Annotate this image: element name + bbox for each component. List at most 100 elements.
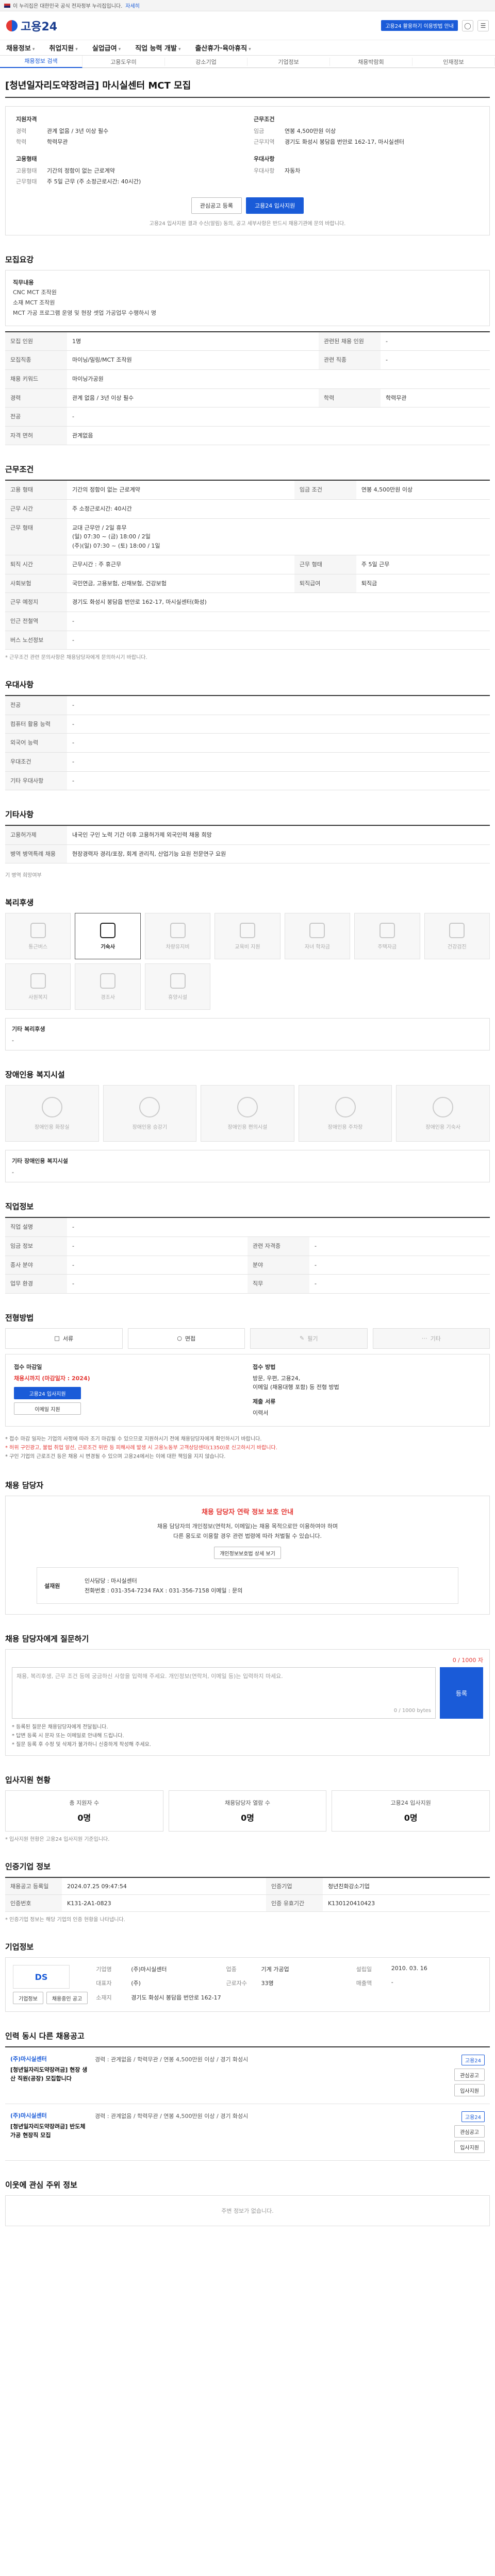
table-row: 인근 전철역 - [5, 612, 490, 631]
section-title-conditions: 근무조건 [5, 465, 34, 474]
table-row: 임금 정보 - 관련 자격증 - [5, 1236, 490, 1256]
bus-icon [30, 922, 46, 938]
main-nav: 채용정보 ▾ 취업지원 ▾ 실업급여 ▾ 직업 능력 개발 ▾ 출산휴가·육아휴직 ▾ [0, 40, 495, 56]
related-meta: 경력 : 관계없음 / 학력무관 / 연봉 4,500만원 이상 / 경기 화성… [95, 2056, 249, 2063]
table-row: 고용허가제 내국인 구인 노력 기간 이후 고용허가제 외국인력 채용 희망 [5, 825, 490, 845]
logo-text: 고용24 [21, 20, 58, 33]
other-link[interactable]: 기 병역 희망여부 [5, 871, 490, 878]
related-scrap-button[interactable]: 관심공고 [454, 2069, 485, 2081]
book-icon [239, 922, 255, 938]
toilet-icon [41, 1096, 62, 1117]
list-item[interactable]: (주)마시실센터 [청년일자리도약장려금] 현장 생산 직원(공장) 모집합니다… [5, 2047, 490, 2105]
note-line: * 접수 마감 일자는 기업의 사정에 따라 조기 마감될 수 있으므로 지원하… [5, 1436, 262, 1442]
email-apply-button[interactable]: 이메일 지원 [14, 1402, 81, 1415]
section-title-benefits: 복리후생 [5, 898, 34, 908]
conditions-table: 고용 형태 기간의 정함이 없는 근로계약 임금 조건 연봉 4,500만원 이상 근… [5, 480, 490, 650]
table-row: 고용 형태 기간의 정함이 없는 근로계약 임금 조건 연봉 4,500만원 이상 [5, 480, 490, 500]
company-jobs-button[interactable]: 채용중인 공고 [46, 1992, 88, 2005]
docs-label: 제출 서류 [253, 1398, 276, 1405]
house-icon [379, 922, 395, 938]
nav-item[interactable]: 실업급여 ▾ [92, 43, 121, 53]
table-row: 모집 인원 1명 관련된 채용 인원 - [5, 331, 490, 351]
page-title: [청년일자리도약장려금] 마시실센터 MCT 모집 [5, 80, 191, 91]
deadline-value: 채용시까지 (마감일자 : 2024) [14, 1375, 90, 1382]
nav-item[interactable]: 출산휴가·육아휴직 ▾ [195, 43, 251, 53]
header-notice-link[interactable]: 고용24 활용하기 이용방법 안내 [381, 20, 458, 31]
subnav-tab[interactable]: 고용도우미 [82, 57, 165, 66]
summary-value: 자동차 [285, 167, 301, 174]
subnav-tab[interactable]: 강소기업 [165, 57, 248, 66]
disability-grid: 장애인용 화장실 장애인용 승강기 장애인용 편의시설 장애인용 주차장 장애인… [5, 1085, 490, 1142]
conditions-note: * 근무조건 관련 문의사항은 채용담당자에게 문의하시기 바랍니다. [5, 655, 147, 661]
method-label: 접수 방법 [253, 1363, 276, 1370]
subnav-tab[interactable]: 채용박람회 [330, 57, 412, 66]
table-row: 근무 시간 주 소정근로시간: 40시간 [5, 499, 490, 519]
section-title-applicants: 입사지원 현황 [5, 1775, 51, 1785]
table-row: 버스 노선정보 - [5, 631, 490, 650]
job-summary: 지원자격 경력 관계 없음 / 3년 이상 필수 학력 학력무관 고용형태 고용형태… [5, 106, 490, 235]
sub-nav: 채용정보 검색 고용도우미 강소기업 기업정보 채용박람회 인재정보 [0, 55, 495, 68]
disability-etc-value: - [12, 1169, 14, 1176]
elevator-icon [139, 1096, 160, 1117]
other-table: 고용허가제 내국인 구인 노력 기간 이후 고용허가제 외국인력 채용 희망 병역… [5, 825, 490, 864]
summary-heading: 근무조건 [254, 116, 275, 123]
section-title-company: 기업정보 [5, 1942, 34, 1952]
contact-card: 설재원 인사담당 : 마시실센터 전화번호 : 031-354-7234 FAX… [37, 1567, 458, 1604]
qa-note: * 질문 등록 후 수정 및 삭제가 불가하니 신중하게 작성해 주세요. [12, 1742, 151, 1748]
health-icon [449, 922, 465, 938]
qa-counter: 0 / 1000 bytes [393, 1708, 431, 1714]
summary-key: 우대사항 [254, 167, 275, 174]
related-title[interactable]: [청년일자리도약장려금] 반도체 가공 현장직 모집 [10, 2123, 88, 2140]
stat-card: 총 지원자 수 0명 [5, 1790, 163, 1832]
related-meta: 경력 : 관계없음 / 학력무관 / 연봉 4,500만원 이상 / 경기 화성… [95, 2113, 249, 2120]
related-apply-button[interactable]: 입사지원 [454, 2141, 485, 2154]
recruit-table: 모집 인원 1명 관련된 채용 인원 - 모집직종 마이닝/밀링/MCT 조작원 관련 직… [5, 331, 490, 446]
caution-line: 다른 용도로 이용할 경우 관련 법령에 따라 처벌될 수 있습니다. [173, 1533, 322, 1540]
benefits-etc: 기타 복리후생 - [5, 1018, 490, 1051]
list-item[interactable]: (주)마시실센터 [청년일자리도약장려금] 반도체 가공 현장직 모집 경력 :… [5, 2104, 490, 2161]
related-badge: 고용24 [461, 2111, 485, 2123]
subnav-tab[interactable]: 인재정보 [412, 57, 495, 66]
related-scrap-button[interactable]: 관심공고 [454, 2125, 485, 2138]
summary-value: 관계 없음 / 3년 이상 필수 [47, 128, 109, 134]
description-line: CNC MCT 조작원 [13, 289, 57, 296]
nav-item[interactable]: 취업지원 ▾ [49, 43, 77, 53]
section-title-around: 이웃에 관심 주위 정보 [5, 2180, 77, 2190]
qa-submit-button[interactable]: 등록 [440, 1667, 483, 1719]
benefit-card: 통근버스 [5, 913, 71, 960]
qa-note: * 등록된 질문은 채용담당자에게 전달됩니다. [12, 1724, 108, 1731]
table-row: 컴퓨터 활용 능력 - [5, 715, 490, 734]
section-title-job-info: 직업정보 [5, 1202, 34, 1212]
contact-line: 전화번호 : 031-354-7234 FAX : 031-356-7158 이… [85, 1587, 243, 1595]
site-logo[interactable]: 고용24 [6, 18, 57, 34]
table-row: 병역 병역특례 채용 현장경력자 경리/포장, 회계 관리직, 산업기능 요원 전… [5, 844, 490, 864]
related-title[interactable]: [청년일자리도약장려금] 현장 생산 직원(공장) 모집합니다 [10, 2066, 88, 2083]
note-line: * 허위 구인광고, 불법 취업 알선, 근로조건 위반 등 피해사례 발생 시… [5, 1445, 277, 1451]
menu-icon[interactable]: ☰ [477, 20, 489, 31]
summary-value: 주 5일 근무 (주 소정근로시간: 40시간) [47, 178, 141, 185]
applicants-note: * 입사지원 현황은 고용24 입사지원 기준입니다. [5, 1837, 110, 1843]
process-step: ○ 면접 [127, 1328, 245, 1349]
apply-button-2[interactable]: 고용24 입사지원 [14, 1387, 81, 1400]
apply-button[interactable]: 고용24 입사지원 [246, 197, 304, 214]
deadline-label: 접수 마감일 [14, 1363, 42, 1370]
person-icon[interactable]: ◯ [462, 20, 473, 31]
related-apply-button[interactable]: 입사지원 [454, 2084, 485, 2097]
note-line: * 구인 기업의 근로조건 등은 채용 시 변경될 수 있으며 고용24에서는 … [5, 1453, 226, 1460]
nav-item[interactable]: 직업 능력 개발 ▾ [135, 43, 180, 53]
privacy-detail-button[interactable]: 개인정보보호법 상세 보기 [214, 1547, 281, 1560]
subnav-tab[interactable]: 채용정보 검색 [0, 55, 82, 68]
gov-banner-toggle[interactable]: 자세히 [125, 2, 140, 9]
benefit-card: 사원복지 [5, 963, 71, 1010]
subnav-tab[interactable]: 기업정보 [248, 57, 330, 66]
disability-card: 장애인용 승강기 [103, 1085, 197, 1142]
docs-value: 이력서 [253, 1409, 269, 1416]
qa-note: * 답변 등록 시 문자 또는 이메일로 안내해 드립니다. [12, 1733, 124, 1739]
table-row: 퇴직 시간 근무시간 : 주 휴근무 근무 형태 주 5일 근무 [5, 555, 490, 574]
company-info-button[interactable]: 기업정보 [13, 1992, 43, 2005]
applicant-stats: 총 지원자 수 0명 채용담당자 열람 수 0명 고용24 입사지원 0명 [5, 1790, 490, 1832]
scrap-button[interactable]: 관심공고 등록 [191, 197, 242, 214]
summary-key: 학력 [16, 139, 27, 146]
qa-textarea[interactable]: 채용, 복리후생, 근무 조건 등에 궁금하신 사항을 입력해 주세요. 개인정… [12, 1667, 436, 1719]
nav-item[interactable]: 채용정보 ▾ [6, 43, 35, 53]
